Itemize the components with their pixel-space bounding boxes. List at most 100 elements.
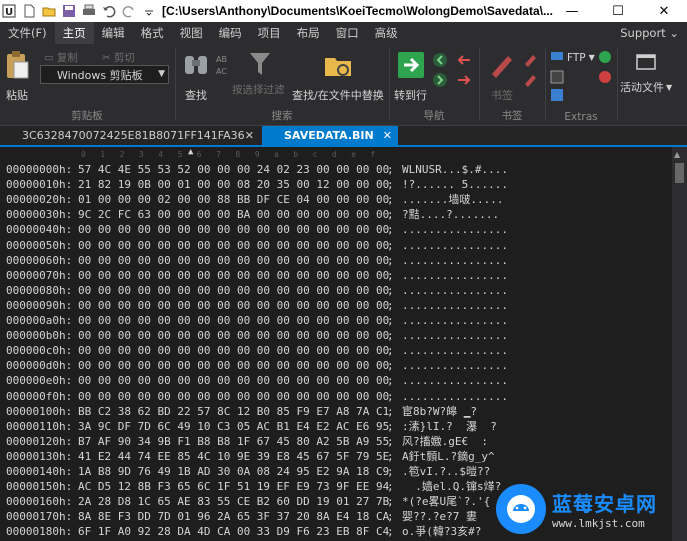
hex-row[interactable]: 00000150h: AC D5 12 8B F3 65 6C 1F 51 19 … — [6, 479, 501, 494]
menu-file[interactable]: 文件(F) — [0, 22, 55, 44]
row-ascii[interactable]: o.爭(韓?3亥#? — [402, 524, 481, 539]
goto-line-button[interactable]: 转到行 — [394, 50, 427, 103]
row-bytes[interactable]: 00 00 00 00 00 00 00 00 00 00 00 00 00 0… — [78, 328, 389, 343]
close-tab-icon[interactable]: ✕ — [383, 126, 392, 145]
row-ascii[interactable]: ................ — [402, 222, 508, 237]
row-ascii[interactable]: A釪t顠L.?鏑g_y^ — [402, 449, 495, 464]
menu-project[interactable]: 项目 — [250, 22, 289, 44]
sync-icon[interactable] — [598, 50, 612, 67]
row-bytes[interactable]: 8A 8E F3 DD 7D 01 96 2A 65 3F 37 20 8A E… — [78, 509, 389, 524]
row-bytes[interactable]: 00 00 00 00 00 00 00 00 00 00 00 00 00 0… — [78, 283, 389, 298]
hex-row[interactable]: 00000030h: 9C 2C FC 63 00 00 00 00 BA 00 … — [6, 207, 499, 222]
hex-row[interactable]: 00000050h: 00 00 00 00 00 00 00 00 00 00 … — [6, 238, 508, 253]
hex-row[interactable]: 00000100h: BB C2 38 62 BD 22 57 8C 12 B0 … — [6, 404, 477, 419]
menu-layout[interactable]: 布局 — [289, 22, 328, 44]
row-bytes[interactable]: 00 00 00 00 00 00 00 00 00 00 00 00 00 0… — [78, 373, 389, 388]
prev-green-icon[interactable] — [432, 52, 448, 71]
terminal-icon[interactable] — [550, 70, 564, 87]
hex-row[interactable]: 00000170h: 8A 8E F3 DD 7D 01 96 2A 65 3F … — [6, 509, 477, 524]
print-icon[interactable] — [82, 4, 96, 18]
hex-row[interactable]: 00000060h: 00 00 00 00 00 00 00 00 00 00 … — [6, 253, 508, 268]
row-ascii[interactable]: WLNUSR...$.#.... — [402, 162, 508, 177]
hex-row[interactable]: 00000040h: 00 00 00 00 00 00 00 00 00 00 … — [6, 222, 508, 237]
row-bytes[interactable]: 6F 1F A0 92 28 DA 4D CA 00 33 D9 F6 23 E… — [78, 524, 389, 539]
minimize-button[interactable]: — — [549, 0, 595, 22]
cut-button[interactable]: ✂ 剪切 — [102, 50, 135, 65]
replace-icon[interactable]: AB AC — [216, 52, 232, 78]
menu-edit[interactable]: 编辑 — [94, 22, 133, 44]
row-ascii[interactable]: .嫱el.Q.镩s煂? — [402, 479, 501, 494]
hex-row[interactable]: 000000a0h: 00 00 00 00 00 00 00 00 00 00 … — [6, 313, 508, 328]
new-file-icon[interactable] — [22, 4, 36, 18]
copy-button[interactable]: ▭ 复制 — [44, 50, 78, 65]
next-green-icon[interactable] — [432, 72, 448, 91]
prev-red-arrow-icon[interactable] — [456, 52, 472, 71]
next-red-arrow-icon[interactable] — [456, 72, 472, 91]
row-bytes[interactable]: 1A B8 9D 76 49 1B AD 30 0A 08 24 95 E2 9… — [78, 464, 389, 479]
row-bytes[interactable]: 9C 2C FC 63 00 00 00 00 BA 00 00 00 00 0… — [78, 207, 389, 222]
active-file-button[interactable]: 活动文件 ▼ — [620, 52, 672, 95]
row-ascii[interactable]: ................ — [402, 328, 508, 343]
row-ascii[interactable]: ................ — [402, 298, 508, 313]
row-bytes[interactable]: 57 4C 4E 55 53 52 00 00 00 24 02 23 00 0… — [78, 162, 389, 177]
find-filter-button[interactable]: 按选择过滤 — [232, 82, 285, 97]
row-ascii[interactable]: 风?搐嫐.gE€ : — [402, 434, 488, 449]
row-bytes[interactable]: AC D5 12 8B F3 65 6C 1F 51 19 EF E9 73 9… — [78, 479, 389, 494]
tab-uuid-file[interactable]: 3C6328470072425E81B8071FF141FA36 ✕ — [0, 126, 260, 145]
hex-row[interactable]: 00000140h: 1A B8 9D 76 49 1B AD 30 0A 08 … — [6, 464, 490, 479]
hex-row[interactable]: 00000010h: 21 82 19 0B 00 01 00 00 08 20 … — [6, 177, 508, 192]
hex-row[interactable]: 00000000h: 57 4C 4E 55 53 52 00 00 00 24 … — [6, 162, 508, 177]
row-ascii[interactable]: ................ — [402, 268, 508, 283]
hex-row[interactable]: 000000b0h: 00 00 00 00 00 00 00 00 00 00 … — [6, 328, 508, 343]
close-button[interactable]: ✕ — [641, 0, 687, 22]
row-bytes[interactable]: 00 00 00 00 00 00 00 00 00 00 00 00 00 0… — [78, 268, 389, 283]
row-ascii[interactable]: *(?e畧U尾`?.'{ — [402, 494, 490, 509]
tools-icon[interactable] — [550, 88, 564, 105]
row-ascii[interactable]: ................ — [402, 313, 508, 328]
hex-row[interactable]: 000000f0h: 00 00 00 00 00 00 00 00 00 00 … — [6, 389, 508, 404]
bookmark-prev-icon[interactable] — [522, 52, 538, 71]
row-bytes[interactable]: 3A 9C DF 7D 6C 49 10 C3 05 AC B1 E4 E2 A… — [78, 419, 389, 434]
row-bytes[interactable]: 00 00 00 00 00 00 00 00 00 00 00 00 00 0… — [78, 313, 389, 328]
row-bytes[interactable]: 01 00 00 00 02 00 00 88 BB DF CE 04 00 0… — [78, 192, 389, 207]
maximize-button[interactable]: ☐ — [595, 0, 641, 22]
hex-row[interactable]: 00000020h: 01 00 00 00 02 00 00 88 BB DF … — [6, 192, 503, 207]
row-bytes[interactable]: 41 E2 44 74 EE 85 4C 10 9E 39 E8 45 67 5… — [78, 449, 389, 464]
row-ascii[interactable]: ................ — [402, 358, 508, 373]
row-bytes[interactable]: 00 00 00 00 00 00 00 00 00 00 00 00 00 0… — [78, 358, 389, 373]
menu-home[interactable]: 主页 — [54, 22, 94, 44]
row-bytes[interactable]: 00 00 00 00 00 00 00 00 00 00 00 00 00 0… — [78, 238, 389, 253]
hex-row[interactable]: 00000090h: 00 00 00 00 00 00 00 00 00 00 … — [6, 298, 508, 313]
row-ascii[interactable]: ................ — [402, 343, 508, 358]
hex-row[interactable]: 00000130h: 41 E2 44 74 EE 85 4C 10 9E 39 … — [6, 449, 495, 464]
ftp-button[interactable]: FTP ▼ — [550, 50, 595, 65]
hex-row[interactable]: 00000120h: B7 AF 90 34 9B F1 B8 B8 1F 67 … — [6, 434, 488, 449]
support-menu[interactable]: Support ⌄ — [620, 22, 679, 44]
row-bytes[interactable]: BB C2 38 62 BD 22 57 8C 12 B0 85 F9 E7 A… — [78, 404, 389, 419]
row-ascii[interactable]: 婴??.?e?7 婁 — [402, 509, 477, 524]
row-bytes[interactable]: 2A 28 D8 1C 65 AE 83 55 CE B2 60 DD 19 0… — [78, 494, 389, 509]
hex-row[interactable]: 00000070h: 00 00 00 00 00 00 00 00 00 00 … — [6, 268, 508, 283]
hex-row[interactable]: 00000110h: 3A 9C DF 7D 6C 49 10 C3 05 AC … — [6, 419, 497, 434]
row-bytes[interactable]: 00 00 00 00 00 00 00 00 00 00 00 00 00 0… — [78, 253, 389, 268]
row-ascii[interactable]: ................ — [402, 373, 508, 388]
save-icon[interactable] — [62, 4, 76, 18]
row-ascii[interactable]: .......墙啵..... — [402, 192, 503, 207]
row-ascii[interactable]: .笣vI.?..$暟?? — [402, 464, 490, 479]
scroll-up-icon[interactable]: ▲ — [674, 150, 680, 159]
menu-view[interactable]: 视图 — [172, 22, 211, 44]
bookmark-next-icon[interactable] — [522, 72, 538, 91]
tab-savedata[interactable]: SAVEDATA.BIN ✕ — [262, 126, 398, 145]
row-bytes[interactable]: 00 00 00 00 00 00 00 00 00 00 00 00 00 0… — [78, 389, 389, 404]
row-bytes[interactable]: 00 00 00 00 00 00 00 00 00 00 00 00 00 0… — [78, 298, 389, 313]
close-tab-icon[interactable]: ✕ — [245, 126, 254, 145]
clipboard-select[interactable]: Windows 剪贴板 ▼ — [40, 65, 169, 84]
menu-format[interactable]: 格式 — [133, 22, 172, 44]
row-bytes[interactable]: 21 82 19 0B 00 01 00 00 08 20 35 00 12 0… — [78, 177, 389, 192]
row-ascii[interactable]: ................ — [402, 238, 508, 253]
hex-row[interactable]: 000000d0h: 00 00 00 00 00 00 00 00 00 00 … — [6, 358, 508, 373]
quick-access-dropdown-icon[interactable] — [142, 4, 156, 18]
row-ascii[interactable]: ................ — [402, 253, 508, 268]
menu-encoding[interactable]: 编码 — [211, 22, 250, 44]
row-ascii[interactable]: ................ — [402, 283, 508, 298]
